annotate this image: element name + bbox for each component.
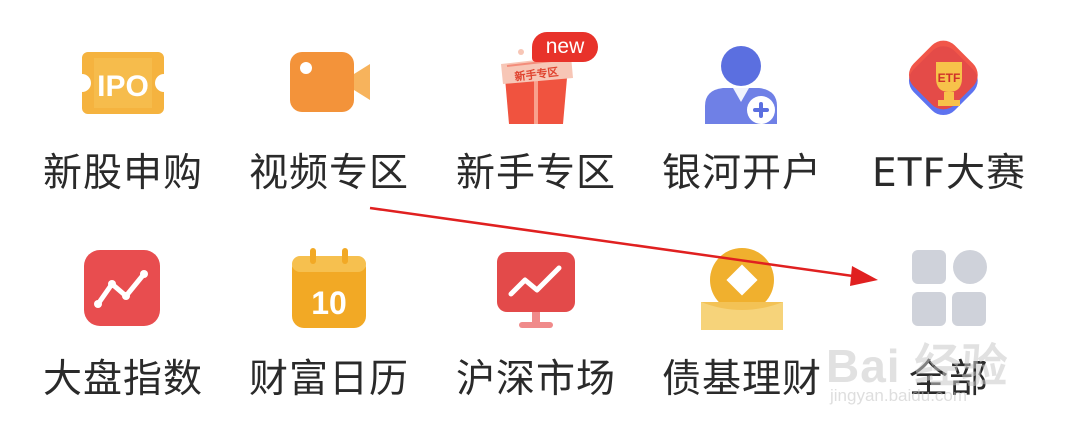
calendar-icon: 10 xyxy=(284,244,374,334)
menu-item-label: 大盘指数 xyxy=(42,357,203,402)
menu-item-bond-fund[interactable]: 债基理财 xyxy=(639,206,845,406)
new-badge: new xyxy=(532,32,598,62)
menu-item-label: ETF大赛 xyxy=(872,151,1026,196)
menu-item-label: 沪深市场 xyxy=(455,357,616,402)
menu-item-open-account[interactable]: 银河开户 xyxy=(639,0,845,200)
menu-item-label: 全部 xyxy=(908,357,989,402)
market-index-icon xyxy=(78,244,168,334)
menu-item-label: 新股申购 xyxy=(42,151,203,196)
menu-item-label: 银河开户 xyxy=(661,151,822,196)
menu-item-label: 债基理财 xyxy=(661,357,822,402)
ipo-icon-text: IPO xyxy=(97,70,149,103)
etf-icon-text: ETF xyxy=(938,71,961,85)
bond-coin-icon xyxy=(697,244,787,334)
menu-item-video[interactable]: 视频专区 xyxy=(226,0,432,200)
menu-grid: IPO 新股申购 视频专区 新手专区 新手专区 银河开户 ETF ETF大赛 大… xyxy=(0,0,1076,435)
menu-item-etf-contest[interactable]: ETF ETF大赛 xyxy=(846,0,1052,200)
menu-item-all[interactable]: 全部 xyxy=(846,206,1052,406)
quick-menu-panel: IPO 新股申购 视频专区 新手专区 新手专区 银河开户 ETF ETF大赛 大… xyxy=(0,0,1076,435)
menu-item-shsz-market[interactable]: 沪深市场 xyxy=(433,206,639,406)
menu-item-market-index[interactable]: 大盘指数 xyxy=(20,206,226,406)
calendar-icon-text: 10 xyxy=(311,285,347,321)
menu-item-label: 视频专区 xyxy=(248,151,409,196)
ipo-ticket-icon: IPO xyxy=(78,38,168,128)
menu-item-label: 新手专区 xyxy=(455,151,616,196)
stock-monitor-icon xyxy=(491,244,581,334)
video-camera-icon xyxy=(284,38,374,128)
menu-item-label: 财富日历 xyxy=(248,357,409,402)
etf-trophy-icon: ETF xyxy=(904,38,994,128)
all-grid-icon xyxy=(904,244,994,334)
open-account-user-icon xyxy=(697,38,787,128)
menu-item-wealth-calendar[interactable]: 10 财富日历 xyxy=(226,206,432,406)
menu-item-ipo[interactable]: IPO 新股申购 xyxy=(20,0,226,200)
menu-item-newbie[interactable]: 新手专区 新手专区 xyxy=(433,0,639,200)
